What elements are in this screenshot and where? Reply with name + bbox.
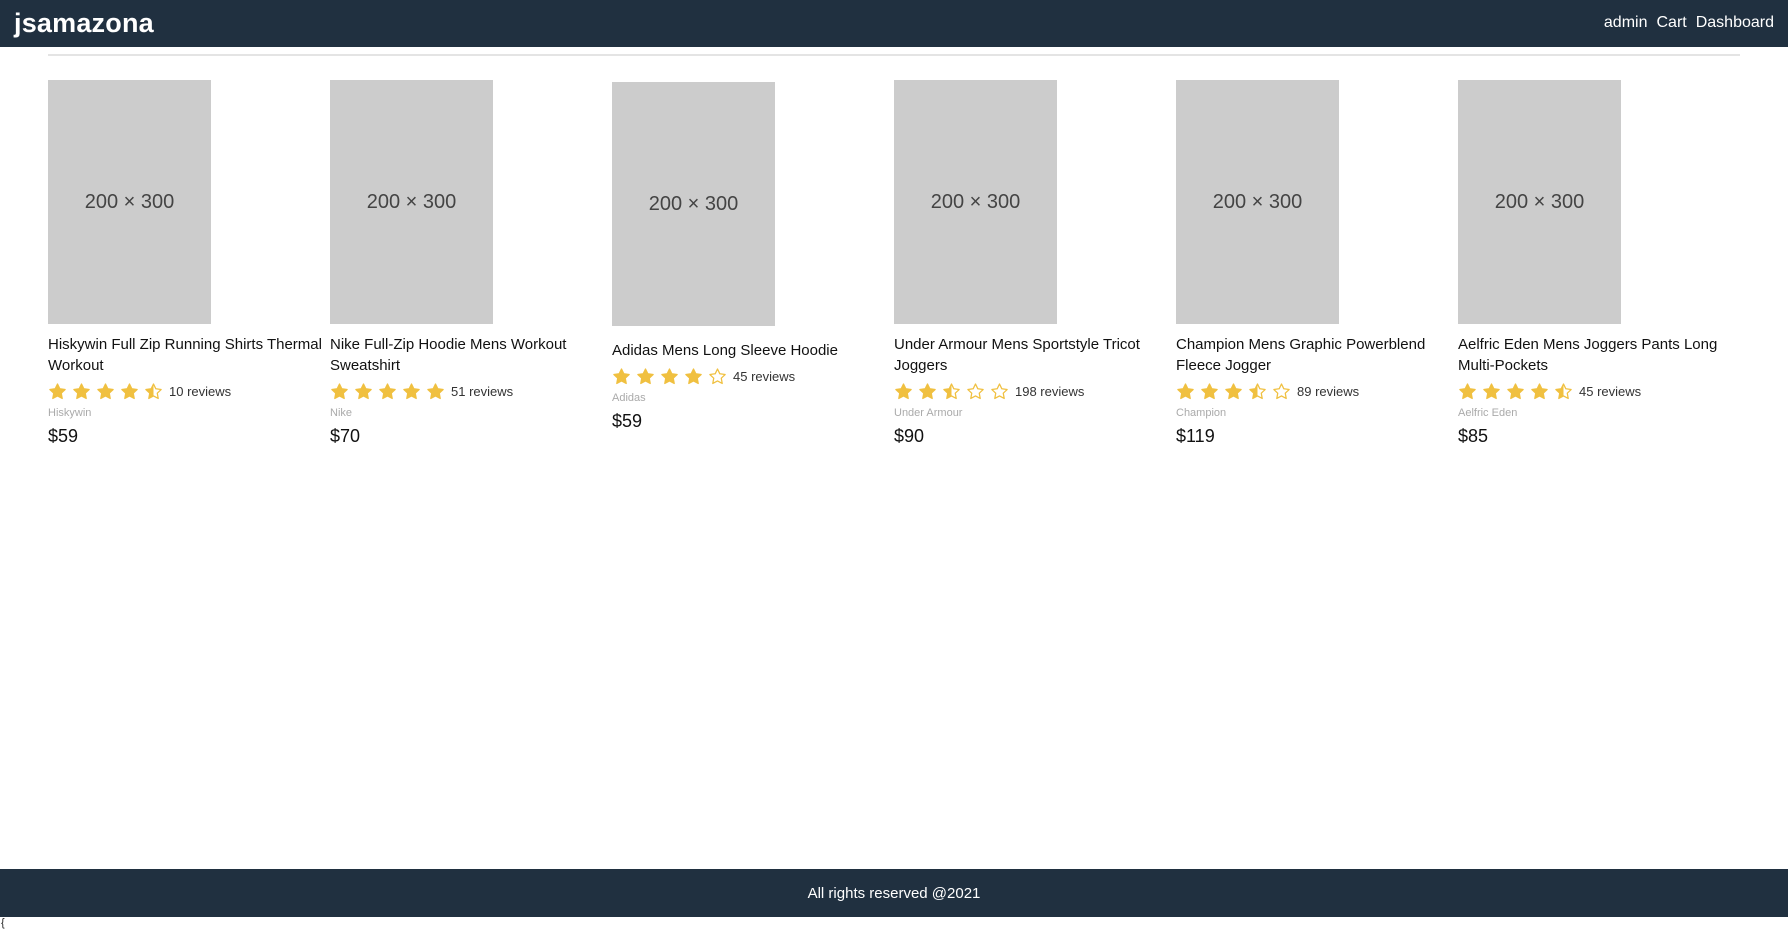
page-footer: All rights reserved @2021 [0,869,1788,917]
product-price: $90 [894,426,925,446]
product-name-link[interactable]: Adidas Mens Long Sleeve Hoodie [612,340,894,361]
product-brand: Under Armour [894,407,963,419]
product-rating: 10 reviews [48,379,330,403]
product-brand: Hiskywin [48,407,92,419]
footer-copyright: All rights reserved @2021 [807,884,981,902]
review-count: 89 reviews [1297,383,1360,399]
top-navbar: jsamazona admin Cart Dashboard [0,0,1788,47]
nav-dashboard-link[interactable]: Dashboard [1696,14,1774,32]
star-full-icon [403,382,420,399]
star-full-icon [637,367,654,384]
star-full-icon [1531,382,1548,399]
star-half-icon [1555,382,1572,399]
content-divider [48,54,1740,56]
stray-text: { [1,917,5,929]
product-brand: Nike [330,407,353,419]
star-full-icon [1201,382,1218,399]
star-full-icon [685,367,702,384]
product-image-placeholder[interactable]: 200 × 300 [612,82,775,326]
review-count: 45 reviews [733,368,796,384]
star-full-icon [355,382,372,399]
star-half-icon [1249,382,1266,399]
product-grid: 200 × 300 Hiskywin Full Zip Running Shir… [48,80,1740,447]
rating-stars [330,382,445,401]
star-full-icon [919,382,936,399]
product-image-placeholder[interactable]: 200 × 300 [894,80,1057,324]
product-name-link[interactable]: Aelfric Eden Mens Joggers Pants Long Mul… [1458,334,1740,376]
star-full-icon [1177,382,1194,399]
star-full-icon [895,382,912,399]
product-image-placeholder[interactable]: 200 × 300 [48,80,211,324]
product-brand: Adidas [612,392,646,404]
review-count: 10 reviews [169,383,232,399]
star-full-icon [97,382,114,399]
product-rating: 45 reviews [1458,379,1740,403]
star-empty-icon [709,367,726,384]
star-empty-icon [967,382,984,399]
product-name-link[interactable]: Hiskywin Full Zip Running Shirts Thermal… [48,334,330,376]
rating-stars [894,382,1009,401]
product-price: $119 [1176,426,1215,446]
product-rating: 51 reviews [330,379,612,403]
star-full-icon [1225,382,1242,399]
nav-cart-link[interactable]: Cart [1656,14,1686,32]
nav-admin-link[interactable]: admin [1604,14,1648,32]
product-rating: 45 reviews [612,364,894,388]
product-card: 200 × 300 Champion Mens Graphic Powerble… [1176,80,1458,447]
star-full-icon [121,382,138,399]
rating-stars [1458,382,1573,401]
product-brand: Aelfric Eden [1458,407,1518,419]
product-price: $59 [612,411,643,431]
rating-stars [1176,382,1291,401]
product-price: $59 [48,426,79,446]
star-empty-icon [991,382,1008,399]
rating-stars [48,382,163,401]
product-card: 200 × 300 Nike Full-Zip Hoodie Mens Work… [330,80,612,447]
product-card: 200 × 300 Adidas Mens Long Sleeve Hoodie… [612,80,894,447]
product-rating: 89 reviews [1176,379,1458,403]
rating-stars [612,367,727,386]
product-brand: Champion [1176,407,1227,419]
product-price: $85 [1458,426,1489,446]
product-name-link[interactable]: Champion Mens Graphic Powerblend Fleece … [1176,334,1458,376]
brand-logo-link[interactable]: jsamazona [14,8,154,39]
review-count: 198 reviews [1015,383,1085,399]
star-full-icon [661,367,678,384]
star-empty-icon [1273,382,1290,399]
product-image-placeholder[interactable]: 200 × 300 [1176,80,1339,324]
product-price: $70 [330,426,361,446]
star-full-icon [73,382,90,399]
star-full-icon [379,382,396,399]
review-count: 45 reviews [1579,383,1642,399]
product-card: 200 × 300 Aelfric Eden Mens Joggers Pant… [1458,80,1740,447]
review-count: 51 reviews [451,383,514,399]
product-image-placeholder[interactable]: 200 × 300 [1458,80,1621,324]
star-full-icon [49,382,66,399]
product-name-link[interactable]: Nike Full-Zip Hoodie Mens Workout Sweats… [330,334,612,376]
product-name-link[interactable]: Under Armour Mens Sportstyle Tricot Jogg… [894,334,1176,376]
star-half-icon [943,382,960,399]
product-rating: 198 reviews [894,379,1176,403]
star-full-icon [427,382,444,399]
product-card: 200 × 300 Hiskywin Full Zip Running Shir… [48,80,330,447]
star-full-icon [1459,382,1476,399]
product-card: 200 × 300 Under Armour Mens Sportstyle T… [894,80,1176,447]
product-image-placeholder[interactable]: 200 × 300 [330,80,493,324]
star-full-icon [1483,382,1500,399]
star-full-icon [1507,382,1524,399]
star-half-icon [145,382,162,399]
star-full-icon [331,382,348,399]
nav-links: admin Cart Dashboard [1604,14,1774,32]
star-full-icon [613,367,630,384]
